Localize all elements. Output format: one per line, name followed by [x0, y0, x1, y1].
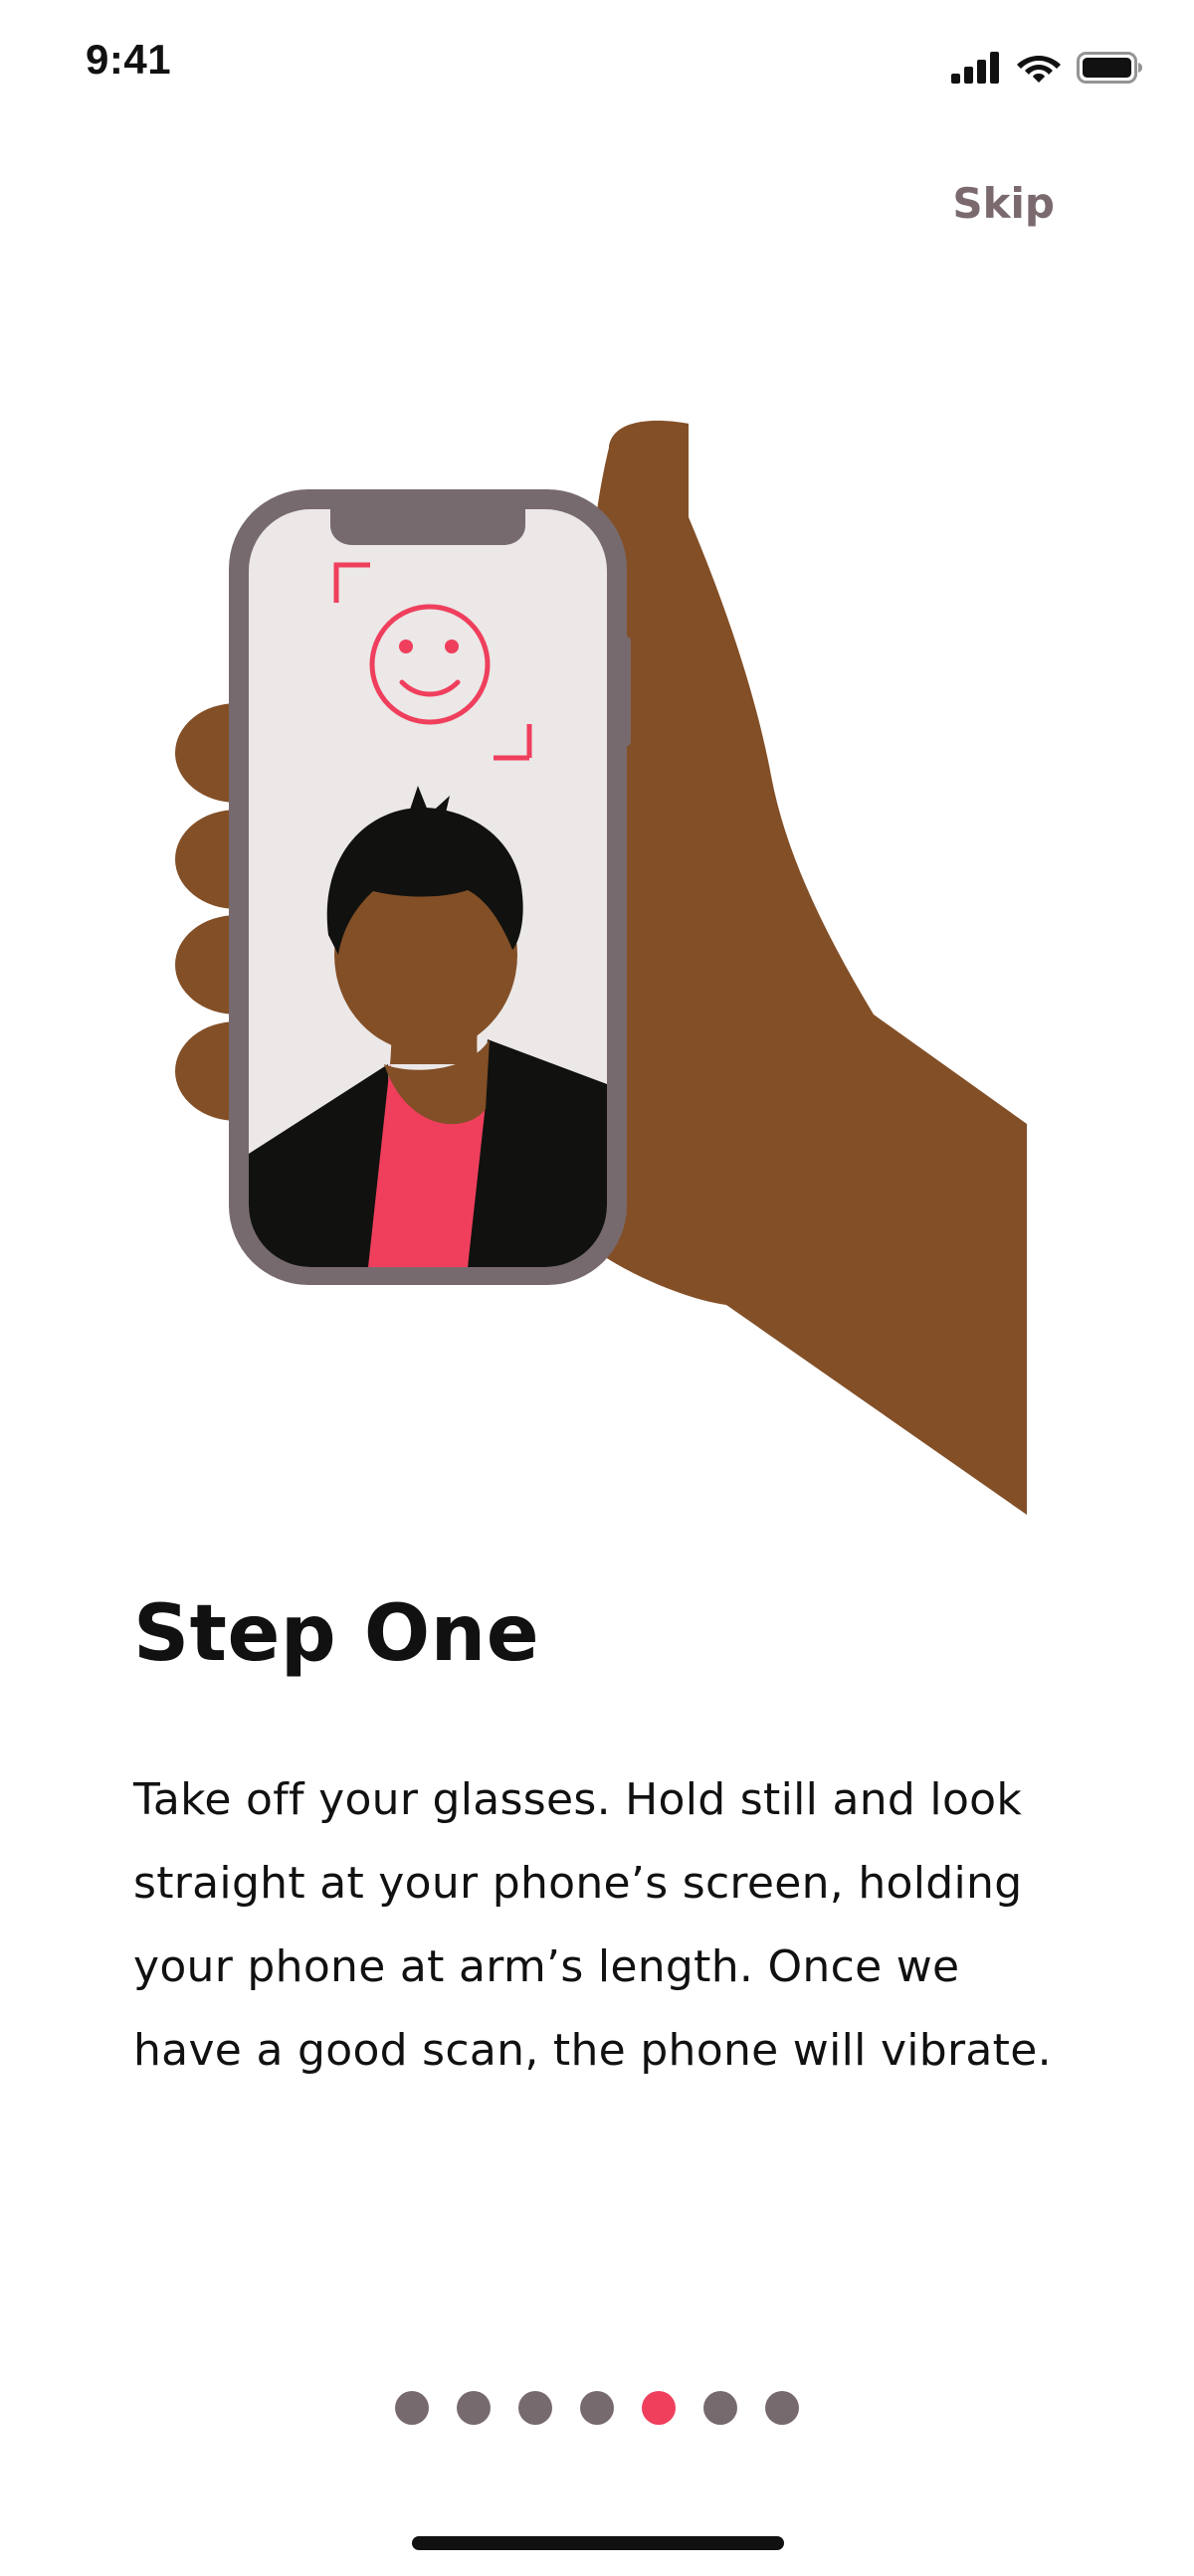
page-dot-4[interactable] [580, 2391, 614, 2425]
page-dot-3[interactable] [518, 2391, 552, 2425]
face-scan-illustration [175, 420, 1027, 1515]
hand-palm [587, 422, 1027, 1515]
skip-button[interactable]: Skip [952, 179, 1055, 228]
page-dot-2[interactable] [457, 2391, 491, 2425]
page-indicator [0, 2391, 1194, 2425]
page-dot-5-active[interactable] [642, 2391, 676, 2425]
page-dot-1[interactable] [395, 2391, 429, 2425]
status-time: 9:41 [86, 36, 172, 83]
status-icons [951, 44, 1144, 84]
battery-icon [1077, 52, 1142, 84]
signal-icon [951, 52, 999, 84]
hand-holding-phone-illustration [0, 378, 1194, 1552]
step-description: Take off your glasses. Hold still and lo… [133, 1774, 1052, 2076]
page-dot-6[interactable] [703, 2391, 737, 2425]
thumb [609, 420, 690, 551]
page-title: Step One [133, 1589, 540, 1679]
status-bar: 9:41 [0, 0, 1194, 129]
page-dot-7[interactable] [765, 2391, 799, 2425]
phone-notch [330, 509, 525, 545]
wifi-icon [1017, 56, 1061, 83]
home-indicator[interactable] [412, 2536, 784, 2550]
